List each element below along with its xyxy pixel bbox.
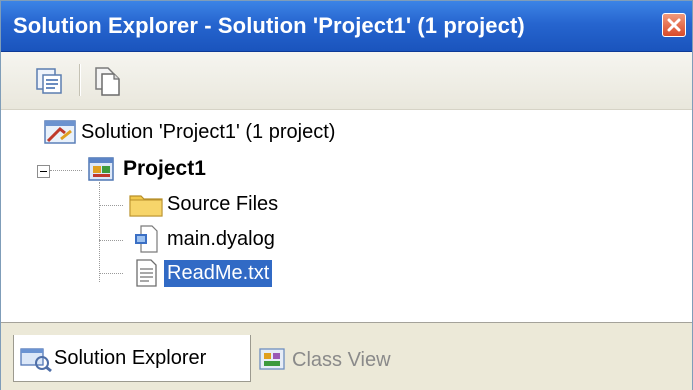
solution-explorer-window: Solution Explorer - Solution 'Project1' … [0,0,693,390]
solution-label: Solution 'Project1' (1 project) [81,120,336,143]
window-title: Solution Explorer - Solution 'Project1' … [13,13,525,38]
close-button[interactable] [662,13,686,37]
tree-connector [50,170,82,171]
tree-node-readme[interactable]: ReadMe.txt [127,256,273,290]
title-bar[interactable]: Solution Explorer - Solution 'Project1' … [1,1,692,52]
source-files-label: Source Files [167,192,279,215]
tab-class-view-label: Class View [292,348,391,371]
show-all-files-button[interactable] [91,65,123,97]
tree-node-main-dyalog[interactable]: main.dyalog [127,222,275,256]
tab-class-view[interactable]: Class View [256,341,391,379]
solution-explorer-icon [20,348,52,373]
tree-connector [99,182,100,282]
tree-node-project[interactable]: Project1 [83,152,206,186]
project-icon [88,157,114,181]
readme-label: ReadMe.txt [164,259,273,287]
tree-connector [99,273,123,274]
show-all-files-icon [95,67,120,96]
dyalog-file-icon [135,225,158,253]
tree-node-solution[interactable]: Solution 'Project1' (1 project) [41,115,335,149]
tab-solution-explorer-label: Solution Explorer [54,346,207,369]
project-collapse-toggle[interactable] [37,165,50,178]
tree-connector [99,205,123,206]
project-label: Project1 [123,157,206,180]
solution-icon [44,120,76,144]
folder-icon [129,195,163,217]
properties-button[interactable] [33,65,65,97]
toolbar [1,52,692,110]
tab-solution-explorer[interactable]: Solution Explorer [13,335,251,382]
tab-strip: Solution Explorer Class View [1,322,692,390]
class-view-icon [259,348,285,370]
text-file-icon [136,259,157,287]
tree-node-source-files[interactable]: Source Files [127,187,278,221]
properties-icon [36,68,62,94]
toolbar-separator [79,64,81,96]
main-dyalog-label: main.dyalog [167,227,275,250]
close-icon [667,18,681,32]
tree-connector [99,240,123,241]
